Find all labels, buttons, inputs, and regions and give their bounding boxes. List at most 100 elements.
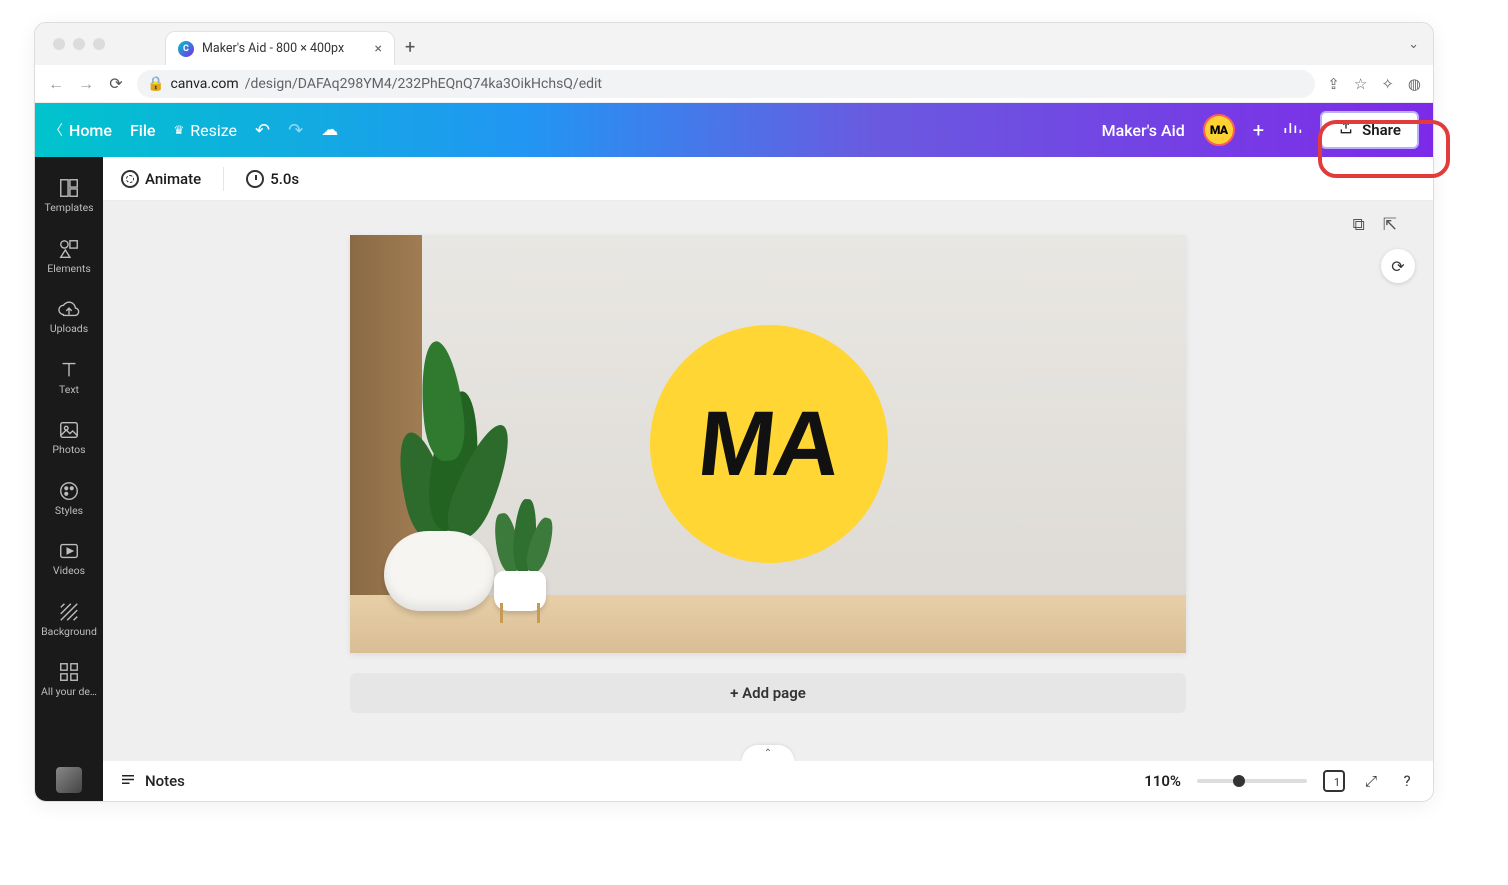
sidebar-item-uploads[interactable]: Uploads [35, 288, 103, 345]
share-button[interactable]: Share [1320, 111, 1419, 149]
designs-icon [58, 661, 80, 683]
url-path: /design/DAFAq298YM4/232PhEQnQ74ka3OikHch… [245, 76, 602, 92]
sidebar-item-templates[interactable]: Templates [35, 167, 103, 224]
zoom-percent[interactable]: 110% [1144, 772, 1181, 790]
sidebar-item-photos[interactable]: Photos [35, 409, 103, 466]
main-row: Templates Elements Uploads Text Photos [35, 157, 1433, 801]
traffic-minimize[interactable] [73, 38, 85, 50]
sidebar-item-label: Background [41, 627, 97, 638]
canvas-stage[interactable]: ⧉ ⇱ ⟳ [103, 201, 1433, 761]
sidebar-item-background[interactable]: Background [35, 591, 103, 648]
traffic-zoom[interactable] [93, 38, 105, 50]
notes-icon [119, 772, 137, 790]
refresh-element-button[interactable]: ⟳ [1381, 249, 1415, 283]
export-page-icon[interactable]: ⇱ [1383, 215, 1397, 235]
extensions-icon[interactable]: ✧ [1381, 75, 1394, 93]
new-tab-button[interactable]: + [405, 37, 415, 58]
sidebar-item-label: Uploads [50, 324, 88, 335]
editor-column: Animate 5.0s ⧉ ⇱ ⟳ [103, 157, 1433, 801]
uploads-icon [58, 298, 80, 320]
browser-right-icons: ⇪ ☆ ✧ ◍ [1327, 75, 1421, 93]
cloud-sync-icon[interactable]: ☁ [321, 120, 338, 140]
page-count-button[interactable]: 1 [1323, 770, 1345, 792]
notes-label: Notes [145, 772, 185, 790]
add-collaborator-button[interactable]: + [1253, 118, 1264, 142]
file-menu[interactable]: File [130, 121, 156, 140]
logo-text: MA [694, 392, 844, 497]
sidebar-item-label: Elements [47, 264, 91, 275]
zoom-slider[interactable] [1197, 779, 1307, 783]
insights-icon[interactable] [1282, 118, 1302, 143]
canva-favicon: C [178, 41, 194, 57]
crown-icon: ♛ [173, 123, 184, 137]
sidebar-more-item[interactable] [56, 767, 82, 793]
forward-button[interactable]: → [77, 74, 95, 94]
bookmark-icon[interactable]: ☆ [1354, 75, 1367, 93]
browser-tab-strip: C Maker's Aid - 800 × 400px × + ⌄ [35, 23, 1433, 65]
duration-label: 5.0s [270, 170, 299, 188]
canva-app: 〈 Home File ♛ Resize ↶ ↷ ☁ Maker's Aid M… [35, 103, 1433, 801]
duration-button[interactable]: 5.0s [246, 170, 299, 188]
animate-button[interactable]: Animate [121, 170, 201, 188]
sidebar-item-label: Styles [55, 506, 83, 517]
zoom-slider-thumb[interactable] [1233, 775, 1245, 787]
videos-icon [58, 540, 80, 562]
animate-label: Animate [145, 170, 201, 188]
close-tab-icon[interactable]: × [375, 41, 382, 57]
resize-label: Resize [190, 121, 237, 140]
reload-button[interactable]: ⟳ [107, 74, 125, 93]
tabs-dropdown-icon[interactable]: ⌄ [1408, 37, 1419, 52]
add-page-button[interactable]: + Add page [350, 673, 1186, 713]
background-icon [58, 601, 80, 623]
design-page[interactable]: MA [350, 235, 1186, 653]
sidebar-item-label: Templates [44, 203, 93, 214]
sidebar-item-text[interactable]: Text [35, 349, 103, 406]
upload-icon [1338, 120, 1354, 140]
notes-button[interactable]: Notes [119, 772, 185, 790]
profile-icon[interactable]: ◍ [1408, 75, 1421, 93]
help-icon[interactable]: ? [1397, 771, 1417, 791]
sidebar-item-label: Videos [53, 566, 85, 577]
traffic-close[interactable] [53, 38, 65, 50]
clock-icon [246, 170, 264, 188]
sidebar-item-label: All your de… [41, 687, 97, 698]
window-controls[interactable] [53, 38, 105, 50]
page-actions: ⧉ ⇱ [1353, 215, 1397, 235]
address-bar: ← → ⟳ 🔒 canva.com/design/DAFAq298YM4/232… [35, 65, 1433, 103]
url-field[interactable]: 🔒 canva.com/design/DAFAq298YM4/232PhEQnQ… [137, 70, 1315, 98]
styles-icon [58, 480, 80, 502]
elements-icon [58, 238, 80, 260]
bottom-bar: Notes 110% 1 ⤢ ? [103, 761, 1433, 801]
sidebar-item-all-designs[interactable]: All your de… [35, 651, 103, 708]
side-panel: Templates Elements Uploads Text Photos [35, 157, 103, 801]
back-button[interactable]: ← [47, 74, 65, 94]
redo-button[interactable]: ↷ [288, 120, 303, 141]
undo-button[interactable]: ↶ [255, 120, 270, 141]
sidebar-item-label: Text [59, 385, 79, 396]
collapse-timeline-handle[interactable]: ⌃ [742, 745, 794, 761]
home-label: Home [69, 121, 112, 140]
share-label: Share [1362, 121, 1401, 139]
browser-tab[interactable]: C Maker's Aid - 800 × 400px × [165, 31, 395, 65]
context-toolbar: Animate 5.0s [103, 157, 1433, 201]
sidebar-item-videos[interactable]: Videos [35, 530, 103, 587]
share-page-icon[interactable]: ⇪ [1327, 75, 1340, 93]
animate-icon [121, 170, 139, 188]
canva-top-bar: 〈 Home File ♛ Resize ↶ ↷ ☁ Maker's Aid M… [35, 103, 1433, 157]
sidebar-item-styles[interactable]: Styles [35, 470, 103, 527]
duplicate-page-icon[interactable]: ⧉ [1353, 215, 1365, 235]
logo-circle[interactable]: MA [650, 325, 888, 563]
tab-title: Maker's Aid - 800 × 400px [202, 41, 367, 56]
lock-icon: 🔒 [147, 76, 164, 92]
document-title[interactable]: Maker's Aid [1102, 121, 1185, 140]
photos-icon [58, 419, 80, 441]
home-button[interactable]: 〈 Home [49, 120, 112, 140]
fullscreen-icon[interactable]: ⤢ [1361, 771, 1381, 791]
templates-icon [58, 177, 80, 199]
small-plant [488, 461, 558, 611]
sidebar-item-elements[interactable]: Elements [35, 228, 103, 285]
sidebar-item-label: Photos [52, 445, 85, 456]
resize-button[interactable]: ♛ Resize [173, 121, 237, 140]
avatar[interactable]: MA [1203, 114, 1235, 146]
browser-window: C Maker's Aid - 800 × 400px × + ⌄ ← → ⟳ … [34, 22, 1434, 802]
